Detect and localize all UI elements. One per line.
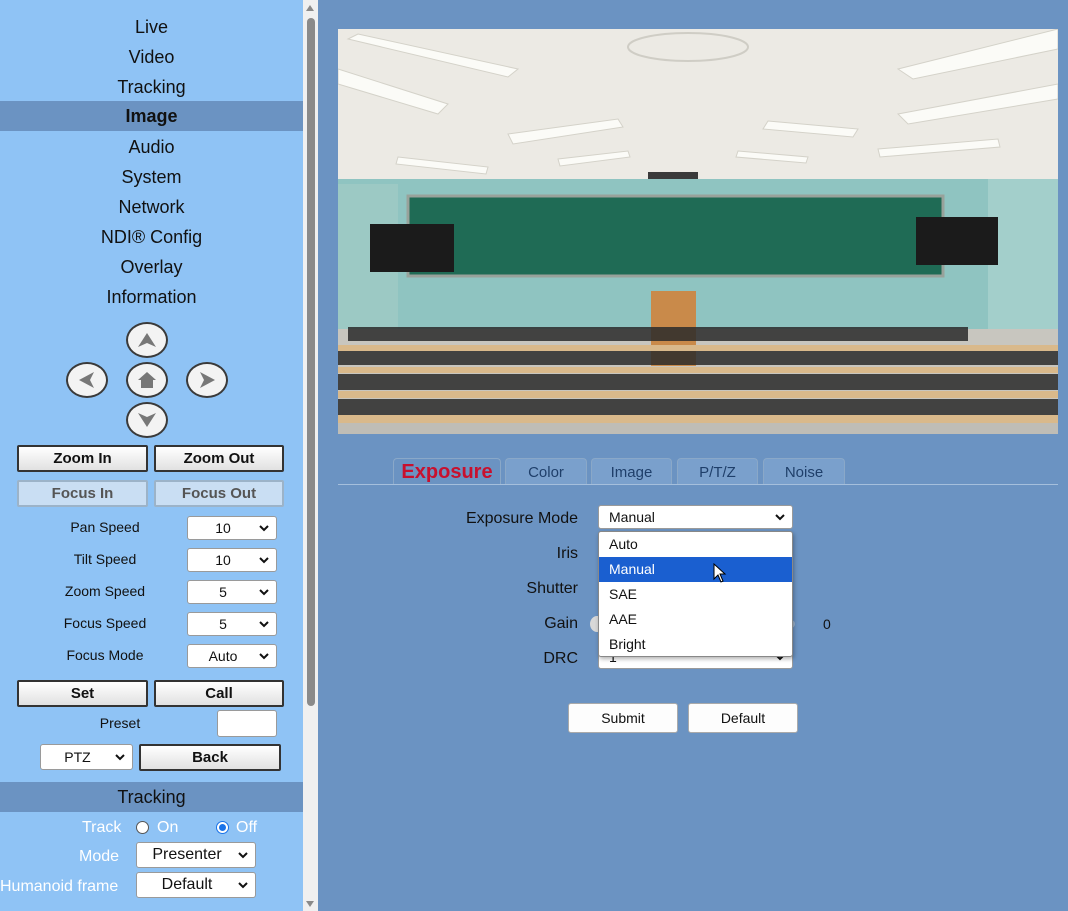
classroom-image: [338, 29, 1058, 434]
shutter-label: Shutter: [526, 580, 578, 597]
option-aae[interactable]: AAE: [599, 607, 792, 632]
home-icon: [138, 372, 156, 388]
chevron-down-icon: [259, 525, 269, 532]
default-button[interactable]: Default: [688, 703, 798, 733]
nav-live[interactable]: Live: [0, 12, 303, 42]
option-manual[interactable]: Manual: [599, 557, 792, 582]
iris-label: Iris: [556, 545, 578, 562]
sidebar: Live Video Tracking Image Audio System N…: [0, 0, 303, 911]
tilt-speed-select[interactable]: 10: [187, 548, 277, 572]
camera-live-view: [338, 29, 1058, 434]
drc-label: DRC: [543, 650, 578, 667]
humanoid-frame-select[interactable]: Default: [136, 872, 256, 898]
track-off-radio[interactable]: [216, 821, 229, 834]
option-sae[interactable]: SAE: [599, 582, 792, 607]
chevron-down-icon: [115, 754, 125, 761]
zoom-in-button[interactable]: Zoom In: [17, 445, 148, 472]
back-button[interactable]: Back: [139, 744, 281, 771]
pan-down-button[interactable]: [126, 402, 168, 438]
chevron-down-icon: [238, 852, 248, 859]
set-button[interactable]: Set: [17, 680, 148, 707]
tab-image[interactable]: Image: [591, 458, 672, 485]
gain-value: 0: [823, 616, 831, 632]
submit-button[interactable]: Submit: [568, 703, 678, 733]
exposure-mode-select[interactable]: Manual: [598, 505, 793, 529]
focus-mode-label: Focus Mode: [66, 647, 144, 663]
zoom-out-button[interactable]: Zoom Out: [154, 445, 284, 472]
arrow-left-icon: [79, 372, 94, 388]
nav-video[interactable]: Video: [0, 42, 303, 72]
gain-label: Gain: [544, 615, 578, 632]
chevron-down-icon: [238, 882, 248, 889]
humanoid-frame-label: Humanoid frame: [0, 878, 119, 895]
exposure-mode-dropdown: Auto Manual SAE AAE Bright: [598, 531, 793, 657]
chevron-down-icon: [259, 589, 269, 596]
pan-speed-select[interactable]: 10: [187, 516, 277, 540]
preset-label: Preset: [99, 715, 141, 731]
option-auto[interactable]: Auto: [599, 532, 792, 557]
nav-overlay[interactable]: Overlay: [0, 252, 303, 282]
zoom-speed-select[interactable]: 5: [187, 580, 277, 604]
track-on-label: On: [157, 819, 179, 836]
tracking-mode-label: Mode: [79, 848, 120, 865]
chevron-down-icon: [259, 621, 269, 628]
pan-left-button[interactable]: [66, 362, 108, 398]
pan-speed-label: Pan Speed: [70, 519, 140, 535]
nav-system[interactable]: System: [0, 162, 303, 192]
arrow-down-icon: [138, 413, 156, 427]
tilt-speed-label: Tilt Speed: [73, 551, 137, 567]
call-button[interactable]: Call: [154, 680, 284, 707]
focus-speed-select[interactable]: 5: [187, 612, 277, 636]
arrow-right-icon: [200, 372, 215, 388]
tracking-mode-select[interactable]: Presenter: [136, 842, 256, 868]
tab-color[interactable]: Color: [505, 458, 587, 485]
tab-ptz[interactable]: P/T/Z: [677, 458, 758, 485]
nav-audio[interactable]: Audio: [0, 132, 303, 162]
preset-input[interactable]: [217, 710, 277, 737]
nav-ndi-config[interactable]: NDI® Config: [0, 222, 303, 252]
exposure-mode-label: Exposure Mode: [465, 510, 578, 527]
pan-up-button[interactable]: [126, 322, 168, 358]
track-off-label: Off: [236, 819, 258, 836]
pan-right-button[interactable]: [186, 362, 228, 398]
scroll-up-icon[interactable]: [306, 5, 314, 11]
sidebar-scrollbar[interactable]: [303, 0, 318, 911]
tab-exposure[interactable]: Exposure: [393, 458, 501, 485]
track-on-radio[interactable]: [136, 821, 149, 834]
chevron-down-icon: [775, 514, 785, 521]
nav-tracking[interactable]: Tracking: [0, 72, 303, 102]
focus-in-button[interactable]: Focus In: [17, 480, 148, 507]
scroll-thumb[interactable]: [307, 18, 315, 706]
arrow-up-icon: [138, 333, 156, 347]
tab-divider: [338, 484, 1058, 485]
nav-network[interactable]: Network: [0, 192, 303, 222]
tab-noise[interactable]: Noise: [763, 458, 845, 485]
focus-out-button[interactable]: Focus Out: [154, 480, 284, 507]
chevron-down-icon: [259, 557, 269, 564]
scroll-down-icon[interactable]: [306, 901, 314, 907]
nav-information[interactable]: Information: [0, 282, 303, 312]
nav-image[interactable]: Image: [0, 101, 303, 131]
mouse-cursor-icon: [713, 563, 727, 583]
zoom-speed-label: Zoom Speed: [64, 583, 146, 599]
option-bright[interactable]: Bright: [599, 632, 792, 657]
focus-mode-select[interactable]: Auto: [187, 644, 277, 668]
home-button[interactable]: [126, 362, 168, 398]
focus-speed-label: Focus Speed: [63, 615, 147, 631]
ptz-mode-select[interactable]: PTZ: [40, 744, 133, 770]
chevron-down-icon: [259, 653, 269, 660]
track-label: Track: [82, 819, 122, 836]
tracking-header: Tracking: [0, 782, 303, 812]
